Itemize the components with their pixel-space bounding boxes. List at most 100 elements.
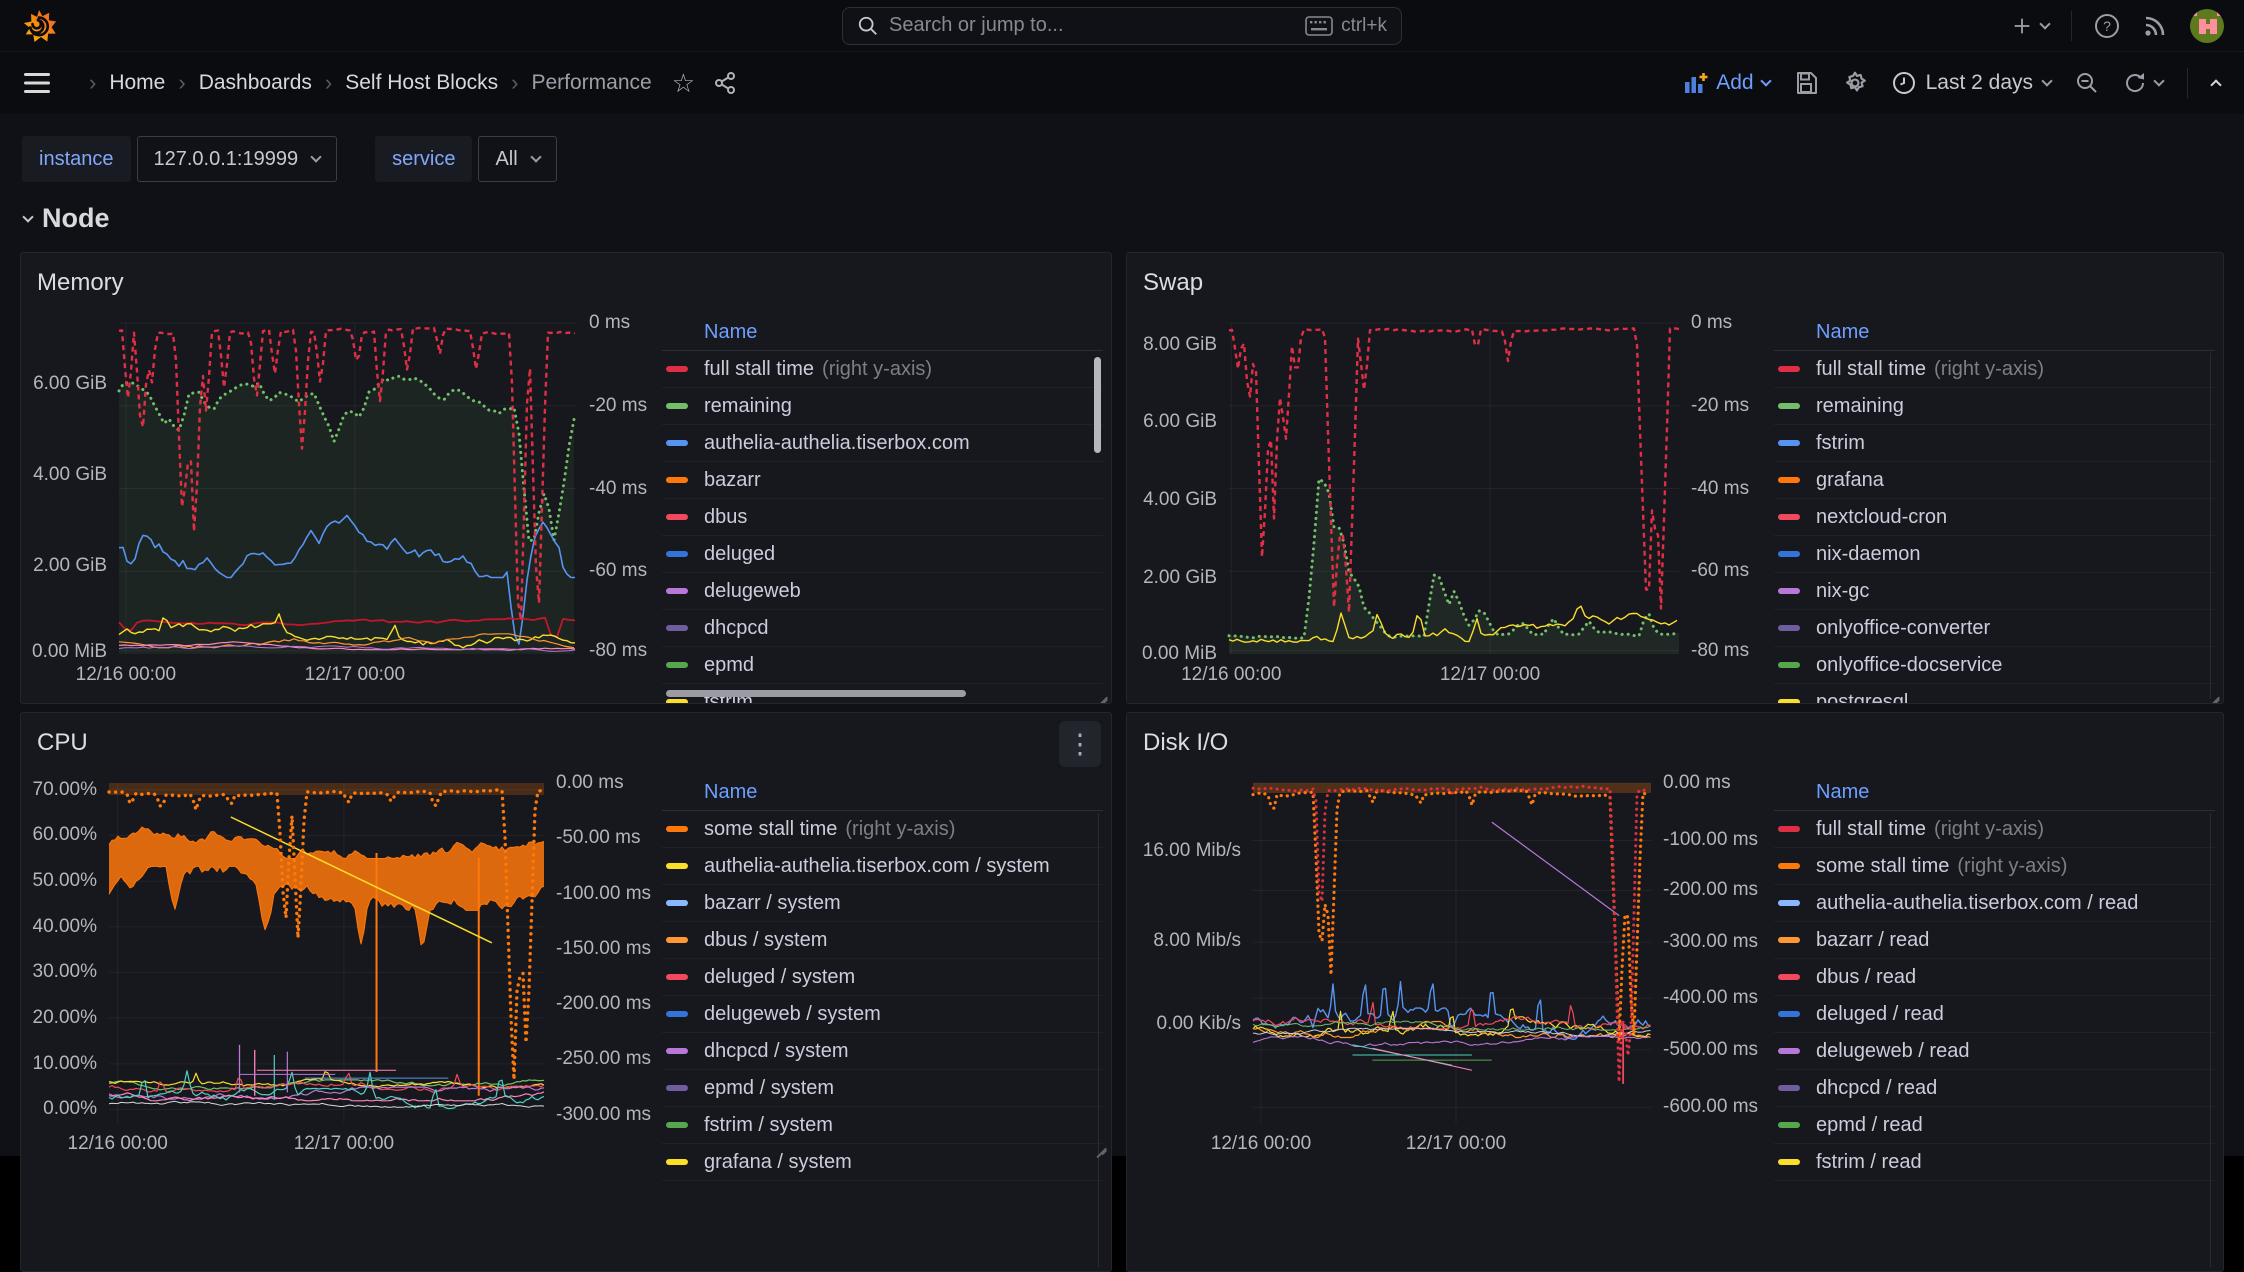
panel-menu-button[interactable]: ⋮ <box>1059 721 1101 767</box>
legend-row[interactable]: bazarr / read <box>1774 922 2215 959</box>
breadcrumb-separator: › <box>178 70 185 96</box>
legend-header-name[interactable]: Name <box>1774 313 2215 351</box>
series-name: full stall time <box>1816 818 1926 841</box>
collapse-toolbar-button[interactable] <box>2212 77 2220 89</box>
mega-menu-button[interactable] <box>24 72 50 94</box>
legend-row[interactable]: authelia-authelia.tiserbox.com / read <box>1774 885 2215 922</box>
legend-row[interactable]: onlyoffice-converter <box>1774 610 2215 647</box>
axis-tick: 10.00% <box>33 1053 97 1075</box>
series-name: authelia-authelia.tiserbox.com <box>704 432 970 455</box>
disk-plot[interactable]: 16.00 Mib/s8.00 Mib/s0.00 Kib/s 0.00 ms-… <box>1253 783 1651 1123</box>
panel-title[interactable]: CPU <box>37 729 88 757</box>
search-box[interactable]: ctrl+k <box>842 7 1402 45</box>
panel-title[interactable]: Disk I/O <box>1143 729 1228 757</box>
legend-horizontal-scrollbar[interactable] <box>666 690 966 697</box>
help-button[interactable]: ? <box>2094 13 2120 39</box>
legend-header-name[interactable]: Name <box>662 773 1103 811</box>
legend-row[interactable]: deluged / read <box>1774 996 2215 1033</box>
legend-row[interactable]: delugeweb / system <box>662 996 1103 1033</box>
legend-row[interactable]: epmd <box>662 647 1103 684</box>
series-color-swatch <box>1778 440 1800 446</box>
favorite-button[interactable]: ☆ <box>672 70 695 96</box>
legend-row[interactable]: nextcloud-cron <box>1774 499 2215 536</box>
panel-body: 70.00%60.00%50.00%40.00%30.00%20.00%10.0… <box>29 773 1103 1271</box>
chevron-down-icon <box>310 151 321 162</box>
legend-row[interactable]: dbus <box>662 499 1103 536</box>
legend-row[interactable]: nix-daemon <box>1774 536 2215 573</box>
breadcrumb-item[interactable]: Home <box>109 71 165 95</box>
legend-row[interactable]: delugeweb <box>662 573 1103 610</box>
legend-scrollbar-track[interactable] <box>1098 813 1099 1267</box>
series-name: dhcpcd / read <box>1816 1077 1937 1100</box>
legend-header-name[interactable]: Name <box>662 313 1103 351</box>
user-avatar[interactable] <box>2190 9 2224 43</box>
legend-row[interactable]: nix-gc <box>1774 573 2215 610</box>
legend-row[interactable]: full stall time (right y-axis) <box>662 351 1103 388</box>
row-title: Node <box>42 203 110 234</box>
legend-row[interactable]: remaining <box>662 388 1103 425</box>
refresh-button[interactable] <box>2123 71 2163 95</box>
grafana-logo[interactable] <box>20 7 58 45</box>
time-range-picker[interactable]: Last 2 days <box>1892 71 2051 95</box>
service-variable-value: All <box>495 148 517 171</box>
legend-row[interactable]: postgresql <box>1774 684 2215 704</box>
legend-header-name[interactable]: Name <box>1774 773 2215 811</box>
legend-row[interactable]: dbus / read <box>1774 959 2215 996</box>
panel-resize-handle[interactable] <box>1093 1137 1107 1151</box>
legend-row[interactable]: full stall time (right y-axis) <box>1774 351 2215 388</box>
legend-row[interactable]: remaining <box>1774 388 2215 425</box>
legend-row[interactable]: full stall time (right y-axis) <box>1774 811 2215 848</box>
legend-row[interactable]: fstrim / read <box>1774 1144 2215 1181</box>
service-variable-select[interactable]: All <box>478 136 556 182</box>
share-button[interactable] <box>713 71 737 95</box>
breadcrumb-item[interactable]: Performance <box>531 71 651 95</box>
instance-variable-select[interactable]: 127.0.0.1:19999 <box>137 136 338 182</box>
legend-row[interactable]: bazarr / system <box>662 885 1103 922</box>
axis-tick: 6.00 GiB <box>33 373 107 395</box>
add-panel-button[interactable]: Add <box>1684 71 1769 95</box>
service-variable-label[interactable]: service <box>375 136 472 182</box>
panel-resize-handle[interactable] <box>2206 686 2220 700</box>
legend-row[interactable]: authelia-authelia.tiserbox.com <box>662 425 1103 462</box>
panel-resize-handle[interactable] <box>1094 686 1108 700</box>
instance-variable-label[interactable]: instance <box>22 136 131 182</box>
legend-row[interactable]: deluged <box>662 536 1103 573</box>
legend-row[interactable]: dbus / system <box>662 922 1103 959</box>
breadcrumb-item[interactable]: Dashboards <box>199 71 312 95</box>
legend-row[interactable]: some stall time (right y-axis) <box>662 811 1103 848</box>
row-node-toggle[interactable]: Node <box>24 203 110 234</box>
legend-row[interactable]: fstrim <box>1774 425 2215 462</box>
legend-row[interactable]: deluged / system <box>662 959 1103 996</box>
legend-row[interactable]: fstrim / system <box>662 1107 1103 1144</box>
zoom-out-time-button[interactable] <box>2075 71 2099 95</box>
series-name: nix-daemon <box>1816 543 1921 566</box>
legend-row[interactable]: epmd / system <box>662 1070 1103 1107</box>
legend-row[interactable]: authelia-authelia.tiserbox.com / system <box>662 848 1103 885</box>
series-color-swatch <box>666 588 688 594</box>
legend-row[interactable]: grafana <box>1774 462 2215 499</box>
legend-row[interactable]: some stall time (right y-axis) <box>1774 848 2215 885</box>
panel-title[interactable]: Swap <box>1143 269 1203 297</box>
search-input[interactable] <box>889 14 1305 37</box>
legend-row[interactable]: grafana / system <box>662 1144 1103 1181</box>
panel-title[interactable]: Memory <box>37 269 124 297</box>
series-color-swatch <box>1778 1011 1800 1017</box>
news-button[interactable] <box>2142 13 2168 39</box>
cpu-plot[interactable]: 70.00%60.00%50.00%40.00%30.00%20.00%10.0… <box>109 783 544 1123</box>
legend-scrollbar[interactable] <box>1094 357 1101 453</box>
legend-row[interactable]: dhcpcd / read <box>1774 1070 2215 1107</box>
swap-plot[interactable]: 8.00 GiB6.00 GiB4.00 GiB2.00 GiB0.00 MiB… <box>1229 323 1679 654</box>
memory-plot[interactable]: 6.00 GiB4.00 GiB2.00 GiB0.00 MiB 0 ms-20… <box>119 323 577 654</box>
legend-row[interactable]: dhcpcd / system <box>662 1033 1103 1070</box>
save-dashboard-button[interactable] <box>1794 71 1818 95</box>
legend-row[interactable]: epmd / read <box>1774 1107 2215 1144</box>
dashboard-settings-button[interactable] <box>1842 70 1868 96</box>
new-menu-button[interactable] <box>2011 15 2049 37</box>
legend-scrollbar-track[interactable] <box>2210 813 2211 1267</box>
legend-row[interactable]: onlyoffice-docservice <box>1774 647 2215 684</box>
legend-scrollbar-track[interactable] <box>2210 353 2211 699</box>
legend-row[interactable]: dhcpcd <box>662 610 1103 647</box>
legend-row[interactable]: delugeweb / read <box>1774 1033 2215 1070</box>
breadcrumb-item[interactable]: Self Host Blocks <box>345 71 498 95</box>
legend-row[interactable]: bazarr <box>662 462 1103 499</box>
